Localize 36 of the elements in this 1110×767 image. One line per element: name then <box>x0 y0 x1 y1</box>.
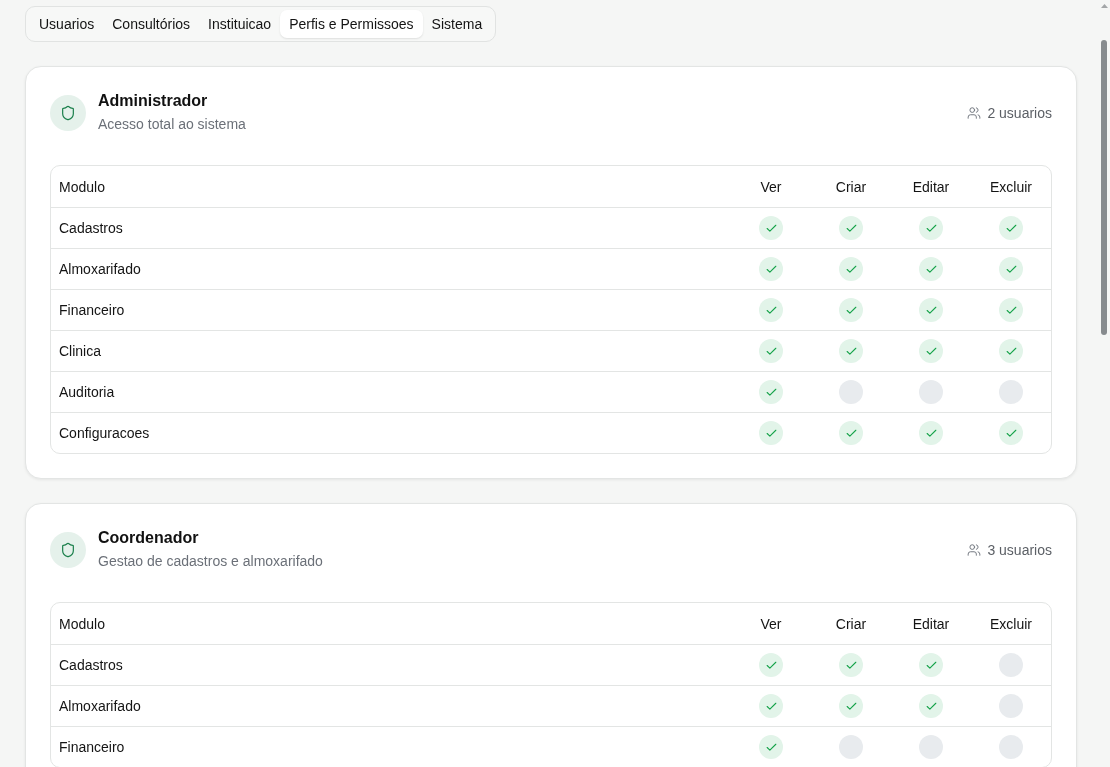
table-cell-text: Cadastros <box>58 220 123 236</box>
column-header: Editar <box>912 615 950 632</box>
shield-icon <box>50 531 86 568</box>
tab[interactable]: Instituicao <box>199 10 281 38</box>
column-header: Ver <box>760 615 782 632</box>
column-header: Modulo <box>58 615 105 632</box>
column-header: Criar <box>835 615 867 632</box>
table-cell-text: Almoxarifado <box>58 698 141 714</box>
column-header: Editar <box>912 178 950 195</box>
column-header: Excluir <box>990 178 1032 195</box>
user-count: 3 usuarios <box>987 541 1052 558</box>
table-cell-text: Financeiro <box>58 302 125 318</box>
table-cell-text: Auditoria <box>58 384 115 400</box>
scroll-up-arrow-icon[interactable] <box>1100 4 1108 8</box>
profile-title: Administrador <box>98 91 209 111</box>
scrollbar-thumb[interactable] <box>1101 40 1107 335</box>
tab[interactable]: Perfis e Permissoes <box>280 10 423 38</box>
column-header: Excluir <box>990 615 1032 632</box>
table-cell-text: Clinica <box>58 343 101 359</box>
tab[interactable]: Consultórios <box>103 10 200 38</box>
users-icon <box>967 542 982 557</box>
table-cell-text: Configuracoes <box>58 425 150 441</box>
users-icon <box>967 105 982 120</box>
profile-title: Coordenador <box>98 528 200 548</box>
table-cell-text: Almoxarifado <box>58 261 141 277</box>
tab[interactable]: Sistema <box>422 10 492 38</box>
tab[interactable]: Usuarios <box>30 10 104 38</box>
shield-icon <box>50 94 86 131</box>
column-header: Ver <box>760 178 782 195</box>
user-count: 2 usuarios <box>987 104 1052 121</box>
table-cell-text: Cadastros <box>58 657 123 673</box>
table-cell-text: Financeiro <box>58 739 125 755</box>
column-header: Modulo <box>58 178 105 195</box>
profile-description: Gestao de cadastros e almoxarifado <box>98 552 323 571</box>
profile-description: Acesso total ao sistema <box>98 115 246 134</box>
column-header: Criar <box>835 178 867 195</box>
